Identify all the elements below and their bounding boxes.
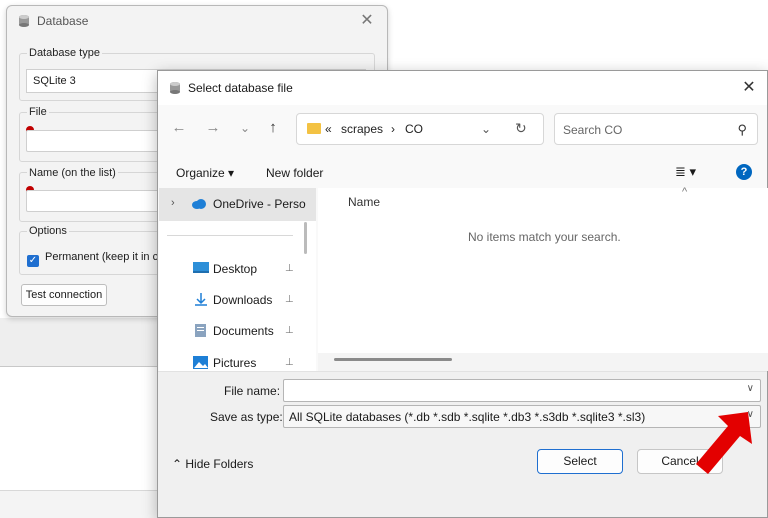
search-placeholder: Search CO <box>563 123 623 137</box>
close-icon[interactable]: ✕ <box>737 77 761 99</box>
sidebar-item-pictures[interactable]: Pictures <box>213 356 256 370</box>
empty-message: No items match your search. <box>468 230 621 244</box>
refresh-icon[interactable]: ↻ <box>515 120 527 137</box>
breadcrumb-scrapes[interactable]: scrapes <box>341 122 383 136</box>
database-type-label: Database type <box>27 47 102 59</box>
sidebar-item-desktop[interactable]: Desktop <box>213 262 257 276</box>
address-bar[interactable]: « scrapes › CO ⌄ ↻ <box>296 113 544 145</box>
file-dialog-title: Select database file <box>188 81 293 95</box>
nav-item-onedrive[interactable]: › OneDrive - Perso <box>159 188 316 221</box>
up-arrow-icon[interactable]: ↑ <box>262 109 284 147</box>
pin-icon: ⊥ <box>285 294 294 305</box>
navigation-pane: › OneDrive - Perso Desktop ⊥ Downloads ⊥… <box>159 188 316 371</box>
horizontal-scrollbar[interactable] <box>318 353 768 371</box>
save-as-type-label: Save as type: <box>210 410 283 424</box>
select-button[interactable]: Select <box>537 449 623 474</box>
search-icon: ⚲ <box>737 122 747 137</box>
pin-icon: ⊥ <box>285 325 294 336</box>
organize-button[interactable]: Organize ▾ <box>176 166 234 180</box>
recent-locations-chevron-icon[interactable]: ⌄ <box>234 109 256 147</box>
file-dialog-titlebar: Select database file ✕ <box>158 71 767 105</box>
sort-indicator-icon: ^ <box>682 186 688 198</box>
database-icon <box>168 81 182 98</box>
file-label: File <box>27 106 49 118</box>
scrollbar-thumb[interactable] <box>334 358 452 361</box>
breadcrumb-co[interactable]: CO <box>405 122 423 136</box>
chevron-down-icon[interactable]: ∨ <box>747 383 754 394</box>
nav-item-label: OneDrive - Perso <box>213 197 306 211</box>
hide-folders-button[interactable]: ⌃ Hide Folders <box>172 457 253 471</box>
column-header-name[interactable]: Name <box>348 195 380 209</box>
download-icon <box>195 293 207 306</box>
sidebar-item-documents[interactable]: Documents <box>213 324 274 338</box>
breadcrumb-overflow[interactable]: « <box>325 122 332 136</box>
test-connection-button[interactable]: Test connection <box>21 284 107 306</box>
hide-folders-label: Hide Folders <box>185 457 254 471</box>
file-type-value: All SQLite databases (*.db *.sdb *.sqlit… <box>289 410 646 424</box>
folder-icon <box>307 123 321 134</box>
file-name-label: File name: <box>224 384 281 398</box>
annotation-arrow-icon <box>696 412 752 474</box>
file-list: Name ^ No items match your search. <box>318 186 768 371</box>
database-icon <box>17 14 31 31</box>
new-folder-button[interactable]: New folder <box>266 166 323 180</box>
help-icon[interactable]: ? <box>736 164 752 180</box>
options-label: Options <box>27 225 69 237</box>
pin-icon: ⊥ <box>285 357 294 368</box>
database-dialog-title: Database <box>37 14 89 28</box>
search-box[interactable]: Search CO ⚲ <box>554 113 758 145</box>
back-arrow-icon[interactable]: ← <box>168 109 190 147</box>
breadcrumb-separator: › <box>391 122 395 136</box>
chevron-up-icon: ⌃ <box>172 457 186 471</box>
database-dialog-titlebar: Database ✕ <box>7 6 387 36</box>
close-icon[interactable]: ✕ <box>355 10 379 32</box>
pictures-icon <box>193 356 208 369</box>
pin-icon: ⊥ <box>285 263 294 274</box>
permanent-label: Permanent (keep it in c <box>45 251 159 263</box>
view-options-icon[interactable]: ≣ ▾ <box>675 164 696 180</box>
file-name-input[interactable]: ∨ <box>283 379 761 402</box>
expand-chevron-icon[interactable]: › <box>171 197 175 209</box>
documents-icon <box>195 324 206 337</box>
permanent-checkbox[interactable]: ✓ <box>27 255 39 267</box>
select-file-dialog: Select database file ✕ ← → ⌄ ↑ « scrapes… <box>157 70 768 518</box>
nav-separator <box>167 235 293 236</box>
address-dropdown-icon[interactable]: ⌄ <box>481 122 491 136</box>
desktop-icon <box>193 262 209 273</box>
cloud-icon <box>192 199 206 209</box>
name-label: Name (on the list) <box>27 167 118 179</box>
forward-arrow-icon[interactable]: → <box>202 109 224 147</box>
sidebar-item-downloads[interactable]: Downloads <box>213 293 272 307</box>
nav-pane-scrollbar[interactable] <box>304 222 307 254</box>
